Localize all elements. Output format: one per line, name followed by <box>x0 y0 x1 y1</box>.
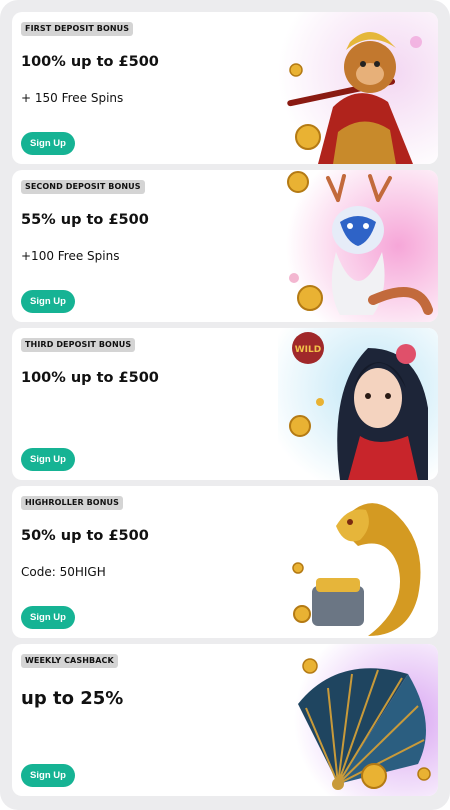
promo-headline: 50% up to £500 <box>21 528 149 544</box>
svg-text:WILD: WILD <box>295 345 321 355</box>
white-dragon-icon <box>278 170 438 322</box>
cashback-fan-icon <box>278 644 438 796</box>
promo-tag: FIRST DEPOSIT BONUS <box>21 22 134 36</box>
promo-subline: +100 Free Spins <box>21 249 120 263</box>
promo-card-second-deposit: SECOND DEPOSIT BONUS 55% up to £500 +100… <box>12 170 438 322</box>
promo-card-highroller: HIGHROLLER BONUS 50% up to £500 Code: 50… <box>12 486 438 638</box>
monkey-king-icon <box>278 12 438 164</box>
promo-tag: HIGHROLLER BONUS <box>21 496 123 510</box>
promo-headline: 100% up to £500 <box>21 54 159 70</box>
promo-headline: 100% up to £500 <box>21 370 159 386</box>
promo-list: FIRST DEPOSIT BONUS 100% up to £500 + 15… <box>0 0 450 810</box>
promo-subline: Code: 50HIGH <box>21 565 106 579</box>
sign-up-button[interactable]: Sign Up <box>21 764 75 787</box>
promo-card-third-deposit: THIRD DEPOSIT BONUS 100% up to £500 Sign… <box>12 328 438 480</box>
promo-card-weekly-cashback: WEEKLY CASHBACK up to 25% Sign Up <box>12 644 438 796</box>
promo-card-first-deposit: FIRST DEPOSIT BONUS 100% up to £500 + 15… <box>12 12 438 164</box>
princess-wild-icon: WILD <box>278 328 438 480</box>
promo-tag: SECOND DEPOSIT BONUS <box>21 180 145 194</box>
sign-up-button[interactable]: Sign Up <box>21 132 75 155</box>
promo-tag: WEEKLY CASHBACK <box>21 654 118 668</box>
sign-up-button[interactable]: Sign Up <box>21 290 75 313</box>
sign-up-button[interactable]: Sign Up <box>21 606 75 629</box>
sign-up-button[interactable]: Sign Up <box>21 448 75 471</box>
promo-subline: + 150 Free Spins <box>21 91 124 105</box>
promo-tag: THIRD DEPOSIT BONUS <box>21 338 136 352</box>
golden-dragon-icon <box>278 486 438 638</box>
promo-headline: up to 25% <box>21 688 124 709</box>
promo-headline: 55% up to £500 <box>21 212 149 228</box>
